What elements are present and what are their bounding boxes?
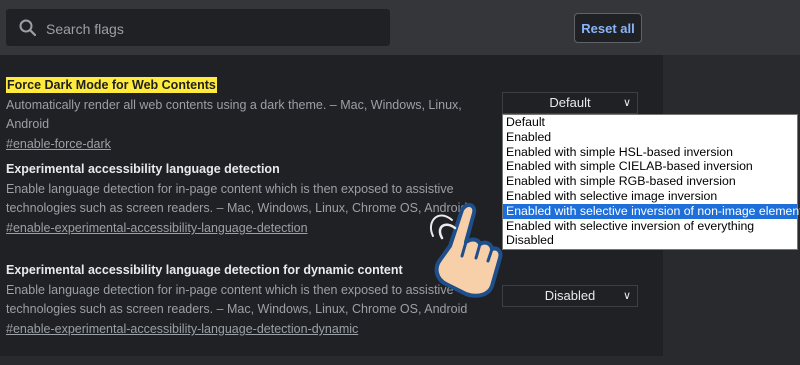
- flag-title: Force Dark Mode for Web Contents: [6, 77, 217, 93]
- bottom-strip: [0, 356, 800, 365]
- chevron-down-icon: ∨: [622, 97, 631, 109]
- dropdown-option[interactable]: Enabled with simple HSL-based inversion: [503, 145, 797, 160]
- search-input[interactable]: [44, 9, 388, 48]
- dropdown-option[interactable]: Disabled: [503, 233, 797, 248]
- pointing-hand-icon: [430, 203, 503, 298]
- search-box[interactable]: [6, 9, 390, 48]
- flag-title: Experimental accessibility language dete…: [6, 263, 403, 277]
- dropdown-list[interactable]: Default Enabled Enabled with simple HSL-…: [502, 114, 800, 250]
- dropdown-option[interactable]: Enabled with selective inversion of ever…: [503, 219, 797, 234]
- reset-all-button[interactable]: Reset all: [574, 13, 642, 43]
- dropdown-option-selected[interactable]: Enabled with selective inversion of non-…: [503, 203, 800, 219]
- flag-description: Automatically render all web contents us…: [6, 98, 462, 131]
- dropdown-option[interactable]: Default: [503, 115, 797, 130]
- dropdown-option[interactable]: Enabled with simple RGB-based inversion: [503, 174, 797, 189]
- dropdown-option[interactable]: Enabled: [503, 130, 797, 145]
- select-value: Disabled: [544, 288, 596, 303]
- flag-link[interactable]: #enable-experimental-accessibility-langu…: [6, 320, 496, 338]
- select-value: Default: [549, 95, 591, 110]
- flag-link[interactable]: #enable-force-dark: [6, 135, 496, 153]
- dropdown-option[interactable]: Enabled with selective image inversion: [503, 189, 797, 204]
- flag-select-language-detection-dynamic[interactable]: Disabled ∨: [502, 285, 638, 307]
- search-icon: [19, 19, 37, 37]
- flag-select-force-dark[interactable]: Default ∨: [502, 92, 638, 114]
- top-toolbar: Reset all: [0, 0, 800, 55]
- dropdown-option[interactable]: Enabled with simple CIELAB-based inversi…: [503, 159, 797, 174]
- flag-title: Experimental accessibility language dete…: [6, 162, 280, 176]
- flag-force-dark: Force Dark Mode for Web Contents Automat…: [6, 76, 496, 153]
- chevron-down-icon: ∨: [622, 290, 631, 302]
